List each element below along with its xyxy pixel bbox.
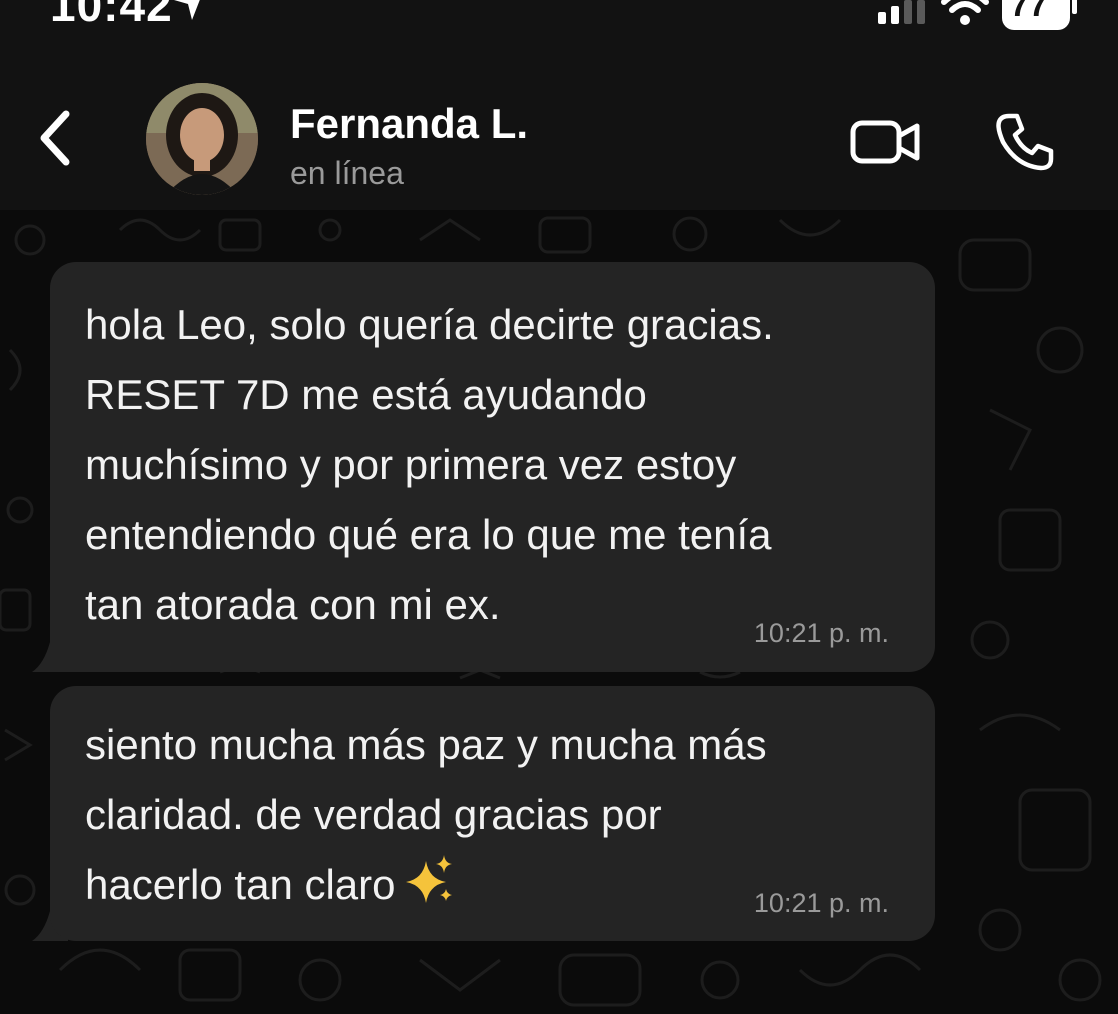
message-line: RESET 7D me está ayudando <box>85 371 647 418</box>
avatar-image <box>146 83 258 195</box>
location-arrow-icon <box>174 0 200 20</box>
chat-area[interactable]: hola Leo, solo quería decirte gracias. R… <box>0 210 1118 1014</box>
phone-call-icon[interactable] <box>995 112 1055 172</box>
message-timestamp: 10:21 p. m. <box>753 888 889 918</box>
status-time: 10:42 <box>50 0 173 31</box>
status-bar: 10:42 77 <box>0 0 1118 40</box>
avatar[interactable] <box>146 83 258 195</box>
message-timestamp: 10:21 p. m. <box>753 618 889 648</box>
message-line: claridad. de verdad gracias por <box>85 791 662 838</box>
chat-header: Fernanda L. en línea <box>0 40 1118 210</box>
message-line: hacerlo tan claro <box>85 850 767 920</box>
message-text: hola Leo, solo quería decirte gracias. R… <box>85 290 774 640</box>
sparkles-icon <box>405 855 452 903</box>
message-text: siento mucha más paz y mucha más clarida… <box>85 710 767 920</box>
signal-icon <box>878 0 925 24</box>
message-line: siento mucha más paz y mucha más <box>85 721 767 768</box>
contact-status: en línea <box>290 155 404 191</box>
wifi-icon <box>941 0 989 25</box>
message-line: muchísimo y por primera vez estoy <box>85 441 737 488</box>
message-bubble[interactable]: hola Leo, solo quería decirte gracias. R… <box>50 262 935 672</box>
message-bubble[interactable]: siento mucha más paz y mucha más clarida… <box>50 686 935 941</box>
battery-level: 77 <box>1010 0 1048 24</box>
message-line: tan atorada con mi ex. <box>85 581 501 628</box>
contact-name[interactable]: Fernanda L. <box>290 100 528 148</box>
video-call-icon[interactable] <box>850 118 922 166</box>
chat-screen: 10:42 77 Fernanda L. en línea hola Leo, … <box>0 0 1118 1014</box>
message-line-text: hacerlo tan claro <box>85 861 396 908</box>
message-line: entendiendo qué era lo que me tenía <box>85 511 772 558</box>
message-line: hola Leo, solo quería decirte gracias. <box>85 301 774 348</box>
back-chevron-icon[interactable] <box>36 108 76 168</box>
